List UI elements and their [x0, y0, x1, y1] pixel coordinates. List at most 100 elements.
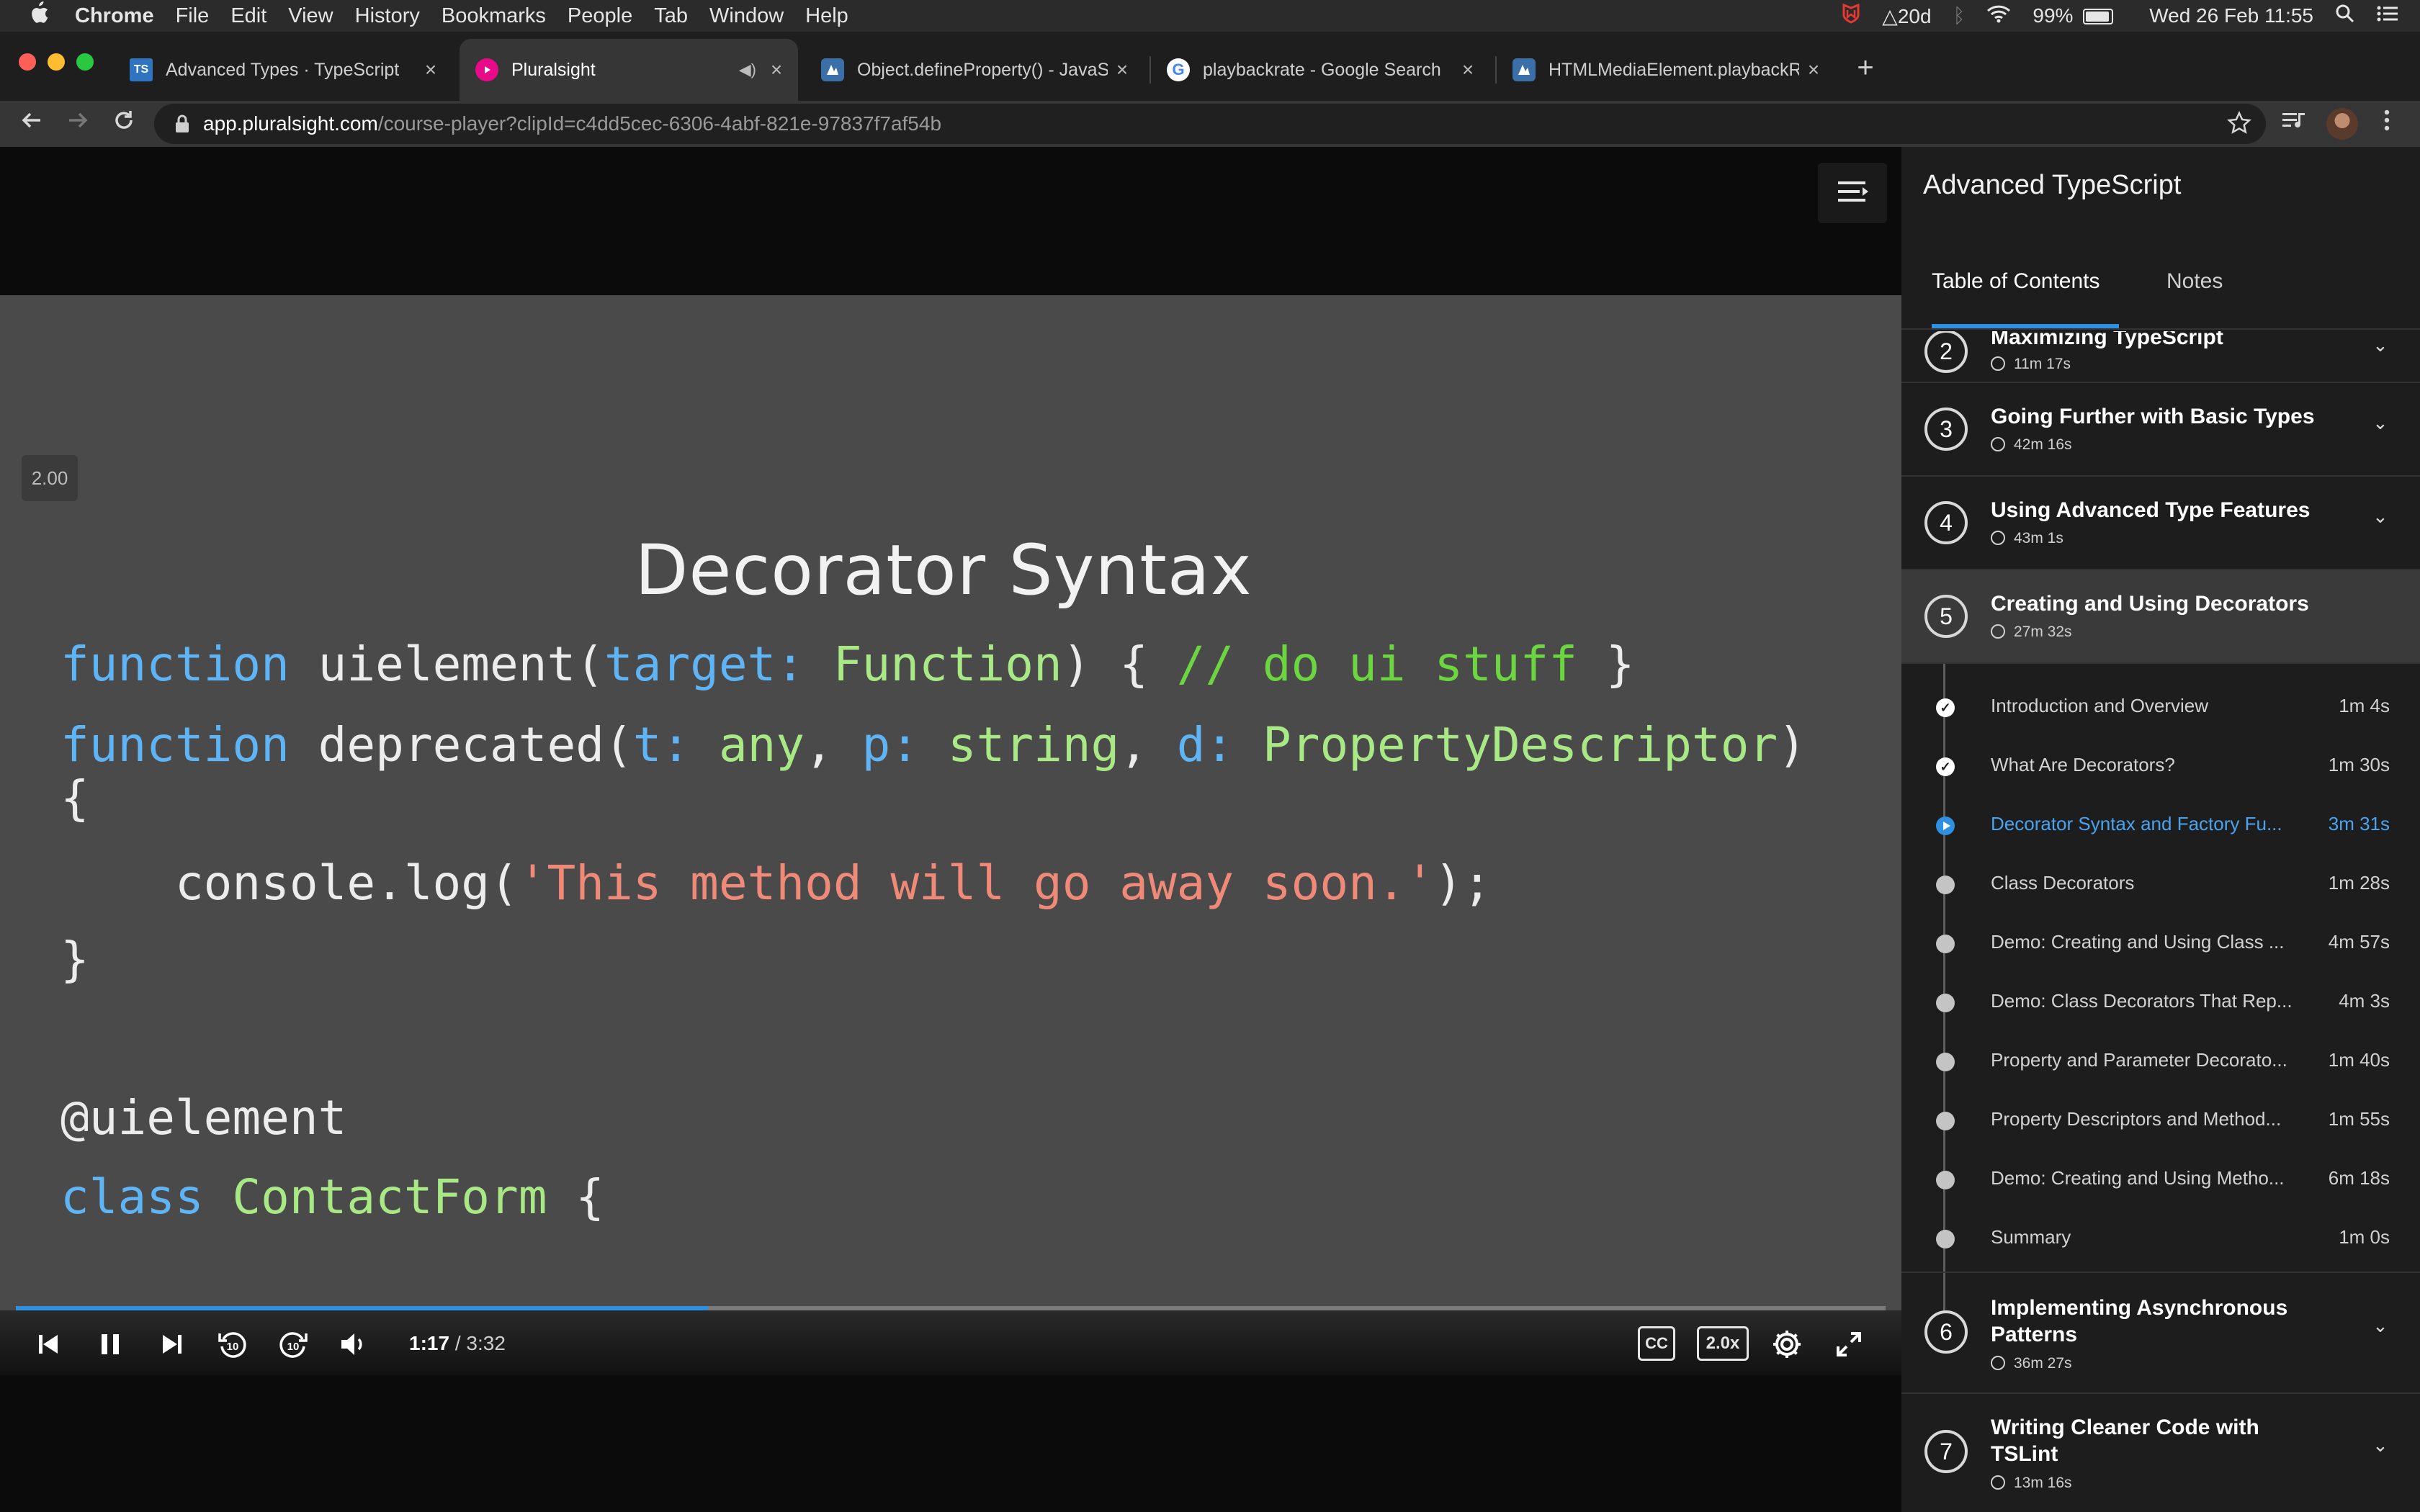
- tab-notes[interactable]: Notes: [2166, 269, 2223, 294]
- window-minimize-button[interactable]: [48, 53, 65, 71]
- video-frame[interactable]: 2.00 Decorator Syntax function uielement…: [0, 295, 1901, 1368]
- code-comment: // do ui stuff: [1176, 636, 1578, 692]
- tab-close-icon[interactable]: ×: [1108, 58, 1137, 81]
- tab-typescript[interactable]: TS Advanced Types · TypeScript ×: [114, 39, 452, 101]
- menu-people[interactable]: People: [568, 4, 632, 28]
- chevron-down-icon[interactable]: ⌄: [2372, 334, 2388, 356]
- volume-button[interactable]: [334, 1325, 373, 1364]
- apple-menu-icon[interactable]: [29, 1, 49, 30]
- module-title: Implementing Asynchronous Patterns: [1991, 1296, 2288, 1346]
- spotlight-icon[interactable]: [2335, 4, 2355, 29]
- tab-table-of-contents[interactable]: Table of Contents: [1932, 269, 2099, 294]
- media-control-icon[interactable]: [2276, 107, 2311, 141]
- mcafee-icon[interactable]: [1842, 3, 1860, 29]
- module-title: Creating and Using Decorators: [1991, 592, 2309, 616]
- video-player[interactable]: 2.00 Decorator Syntax function uielement…: [0, 147, 1901, 1512]
- menu-help[interactable]: Help: [805, 4, 848, 28]
- svg-text:10: 10: [287, 1341, 300, 1353]
- clip-duration: 4m 3s: [2339, 990, 2390, 1012]
- window-zoom-button[interactable]: [76, 53, 94, 71]
- tab-google-search[interactable]: G playbackrate - Google Search ×: [1151, 39, 1489, 101]
- settings-gear-icon[interactable]: [1767, 1325, 1806, 1364]
- forward-button[interactable]: [60, 107, 95, 141]
- bookmark-star-icon[interactable]: [2227, 111, 2251, 140]
- dot-icon: [1936, 994, 1955, 1012]
- module-item[interactable]: 4 Using Advanced Type Features 43m 1s ⌄: [1901, 477, 2420, 570]
- chevron-down-icon[interactable]: ⌄: [2372, 1434, 2388, 1457]
- clip-item[interactable]: Property and Parameter Decorato... 1m 40s: [1901, 1032, 2420, 1091]
- clip-item[interactable]: Summary 1m 0s: [1901, 1209, 2420, 1268]
- clip-item[interactable]: ✓ Introduction and Overview 1m 4s: [1901, 678, 2420, 737]
- menu-bookmarks[interactable]: Bookmarks: [442, 4, 546, 28]
- clip-item[interactable]: Demo: Creating and Using Metho... 6m 18s: [1901, 1150, 2420, 1209]
- battery-status[interactable]: 99%: [2033, 4, 2114, 27]
- profile-avatar[interactable]: [2326, 108, 2358, 140]
- notification-center-icon[interactable]: [2377, 4, 2398, 27]
- tab-audio-icon[interactable]: ◀): [739, 60, 756, 79]
- menu-window[interactable]: Window: [709, 4, 784, 28]
- url-host: app.pluralsight.com: [203, 112, 378, 135]
- chevron-down-icon[interactable]: ⌄: [2372, 1315, 2388, 1337]
- chrome-menu-icon[interactable]: [2370, 107, 2404, 141]
- closed-captions-button[interactable]: CC: [1638, 1326, 1675, 1361]
- module-duration: 13m 16s: [1991, 1475, 2072, 1492]
- wifi-icon[interactable]: [1986, 4, 2011, 28]
- code-param: p:: [861, 717, 920, 773]
- module-item[interactable]: 7 Writing Cleaner Code with TSLint 13m 1…: [1901, 1392, 2420, 1512]
- module-duration-text: 36m 27s: [2014, 1355, 2072, 1372]
- module-item[interactable]: 2 Maximizing TypeScript 11m 17s ⌄: [1901, 331, 2420, 383]
- playback-speed-button[interactable]: 2.0x: [1697, 1326, 1749, 1361]
- next-clip-button[interactable]: [153, 1325, 192, 1364]
- fullscreen-icon[interactable]: [1829, 1325, 1868, 1364]
- clip-item-current[interactable]: Decorator Syntax and Factory Fu... 3m 31s: [1901, 796, 2420, 855]
- chevron-down-icon[interactable]: ⌄: [2372, 412, 2388, 434]
- address-bar[interactable]: app.pluralsight.com/course-player?clipId…: [154, 104, 2266, 144]
- reload-button[interactable]: [107, 107, 141, 141]
- tab-close-icon[interactable]: ×: [1799, 58, 1828, 81]
- menu-clock[interactable]: Wed 26 Feb 11:55: [2149, 4, 2313, 27]
- tab-mdn-playbackrate[interactable]: HTMLMediaElement.playbackRate ×: [1497, 39, 1835, 101]
- bluetooth-icon[interactable]: ᛒ: [1953, 4, 1966, 27]
- clock-icon: [1991, 624, 2005, 639]
- menu-history[interactable]: History: [355, 4, 420, 28]
- menu-tab[interactable]: Tab: [654, 4, 688, 28]
- pause-button[interactable]: [91, 1325, 130, 1364]
- tab-pluralsight[interactable]: Pluralsight ◀) ×: [460, 39, 798, 101]
- lock-icon[interactable]: [174, 114, 190, 133]
- clip-item[interactable]: Demo: Creating and Using Class ... 4m 57s: [1901, 914, 2420, 973]
- clock-icon: [1991, 1356, 2005, 1370]
- code-keyword: class: [60, 1169, 204, 1225]
- clip-item[interactable]: Class Decorators 1m 28s: [1901, 855, 2420, 914]
- sidebar-toggle-button[interactable]: [1818, 163, 1887, 223]
- tab-mdn-defineproperty[interactable]: Object.defineProperty() - JavaScript ×: [805, 39, 1144, 101]
- new-tab-button[interactable]: +: [1850, 52, 1881, 84]
- module-item-active[interactable]: 5 Creating and Using Decorators 27m 32s: [1901, 570, 2420, 664]
- window-close-button[interactable]: [19, 53, 36, 71]
- tab-close-icon[interactable]: ×: [416, 58, 445, 81]
- chevron-down-icon[interactable]: ⌄: [2372, 505, 2388, 528]
- rewind-10-button[interactable]: 10: [213, 1325, 252, 1364]
- module-duration-text: 42m 16s: [2014, 436, 2072, 453]
- code-param: d:: [1176, 717, 1234, 773]
- menu-app-name[interactable]: Chrome: [75, 4, 154, 28]
- previous-clip-button[interactable]: [29, 1325, 68, 1364]
- player-controls: 10 10 1:17 / 3:32 CC 2.0x: [0, 1310, 1901, 1375]
- module-item[interactable]: 3 Going Further with Basic Types 42m 16s…: [1901, 383, 2420, 477]
- clip-item[interactable]: Property Descriptors and Method... 1m 55s: [1901, 1091, 2420, 1150]
- clip-item[interactable]: Demo: Class Decorators That Rep... 4m 3s: [1901, 973, 2420, 1032]
- menu-file[interactable]: File: [176, 4, 210, 28]
- tab-close-icon[interactable]: ×: [1453, 58, 1482, 81]
- google-favicon: G: [1167, 58, 1190, 81]
- status-app[interactable]: △20d: [1882, 4, 1931, 28]
- module-item[interactable]: 6 Implementing Asynchronous Patterns 36m…: [1901, 1272, 2420, 1394]
- clip-item[interactable]: ✓ What Are Decorators? 1m 30s: [1901, 737, 2420, 796]
- dot-icon: [1936, 935, 1955, 953]
- tab-close-icon[interactable]: ×: [762, 58, 791, 81]
- back-button[interactable]: [14, 107, 49, 141]
- code-text: ): [1778, 717, 1806, 773]
- forward-10-button[interactable]: 10: [274, 1325, 313, 1364]
- menu-view[interactable]: View: [288, 4, 333, 28]
- menu-edit[interactable]: Edit: [230, 4, 266, 28]
- code-line-7: class ContactForm {: [60, 1169, 604, 1225]
- svg-text:10: 10: [227, 1341, 239, 1353]
